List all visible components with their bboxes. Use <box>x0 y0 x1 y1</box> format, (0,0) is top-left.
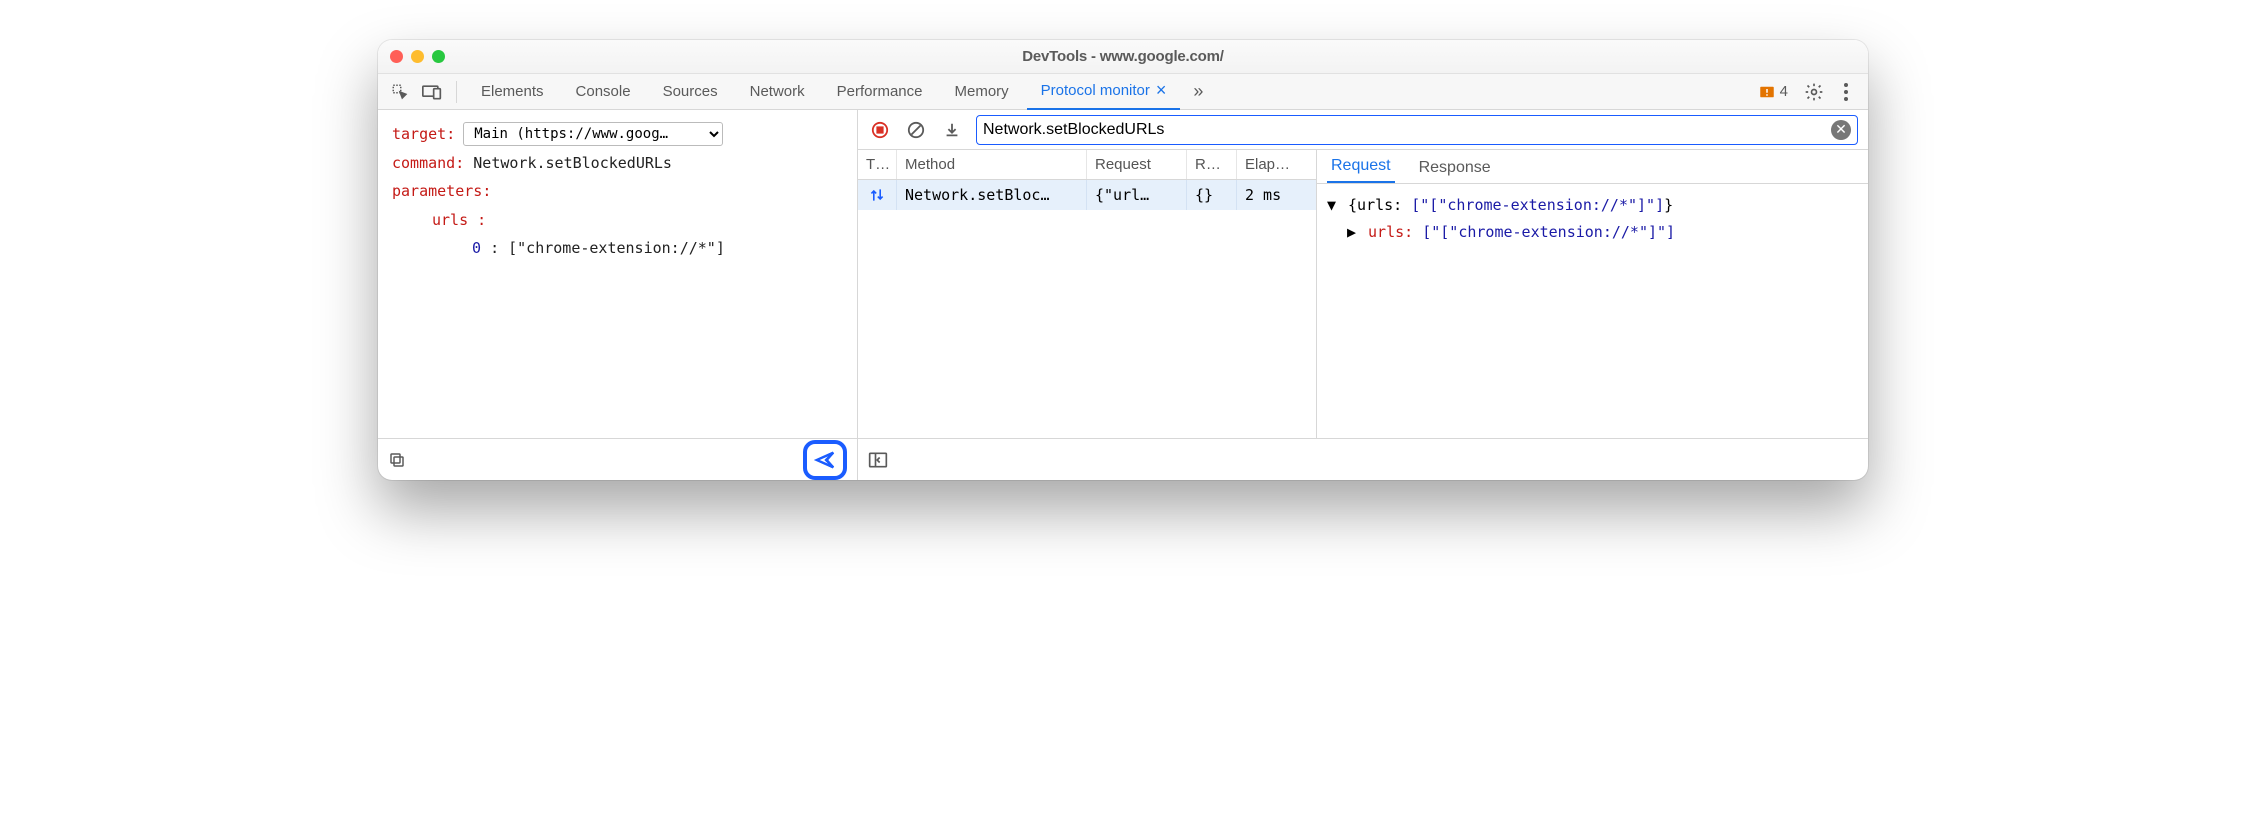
command-editor: target: Main (https://www.goog… command:… <box>378 110 857 438</box>
command-label: command: <box>392 154 464 172</box>
kebab-menu-icon[interactable] <box>1832 78 1860 106</box>
param-index: 0 <box>472 239 481 257</box>
protocol-footer <box>858 438 1868 480</box>
cell-elapsed: 2 ms <box>1236 180 1316 210</box>
tab-network[interactable]: Network <box>736 74 819 110</box>
command-editor-footer <box>378 438 857 480</box>
filter-input[interactable] <box>983 121 1825 139</box>
detail-tab-request[interactable]: Request <box>1327 151 1395 183</box>
filter-field[interactable]: ✕ <box>976 115 1858 145</box>
copy-icon[interactable] <box>388 451 406 469</box>
expand-icon[interactable]: ▼ <box>1327 192 1339 219</box>
divider <box>456 81 457 103</box>
messages-table: T… Method Request R… Elap… Network.setBl… <box>858 150 1317 438</box>
inspect-icon[interactable] <box>386 78 414 106</box>
clear-icon[interactable] <box>904 118 928 142</box>
more-tabs-icon[interactable]: » <box>1184 78 1212 106</box>
cell-response: {} <box>1186 180 1236 210</box>
col-response[interactable]: R… <box>1186 150 1236 179</box>
expand-icon[interactable]: ▶ <box>1347 219 1359 246</box>
direction-icon <box>858 180 896 210</box>
col-type[interactable]: T… <box>858 150 896 179</box>
protocol-log-pane: ✕ T… Method Request R… Elap… <box>858 110 1868 480</box>
param-index-value[interactable]: ["chrome-extension://*"] <box>508 239 725 257</box>
target-label: target: <box>392 120 455 149</box>
command-editor-pane: target: Main (https://www.goog… command:… <box>378 110 858 480</box>
close-tab-icon[interactable]: × <box>1156 80 1167 101</box>
tab-protocol-monitor-label: Protocol monitor <box>1041 82 1150 99</box>
cell-method: Network.setBloc… <box>896 180 1086 210</box>
toggle-sidebar-icon[interactable] <box>868 451 888 469</box>
tab-sources[interactable]: Sources <box>649 74 732 110</box>
command-value[interactable]: Network.setBlockedURLs <box>473 154 672 172</box>
param-urls-key[interactable]: urls : <box>432 211 486 229</box>
clear-filter-icon[interactable]: ✕ <box>1831 120 1851 140</box>
tab-protocol-monitor[interactable]: Protocol monitor × <box>1027 74 1181 110</box>
detail-pane: Request Response ▼ {urls: ["["chrome-ext… <box>1317 150 1868 438</box>
table-row[interactable]: Network.setBloc… {"url… {} 2 ms <box>858 180 1316 210</box>
tab-performance[interactable]: Performance <box>823 74 937 110</box>
detail-tabs: Request Response <box>1317 150 1868 184</box>
parameters-label: parameters: <box>392 182 491 200</box>
tree-key: urls: <box>1368 223 1413 241</box>
target-select[interactable]: Main (https://www.goog… <box>463 122 723 146</box>
tree-val: ["["chrome-extension://*"]"] <box>1422 223 1675 241</box>
colon: : <box>490 239 508 257</box>
titlebar: DevTools - www.google.com/ <box>378 40 1868 74</box>
table-header: T… Method Request R… Elap… <box>858 150 1316 180</box>
warnings-count: 4 <box>1780 83 1788 100</box>
window-title: DevTools - www.google.com/ <box>378 48 1868 65</box>
download-icon[interactable] <box>940 118 964 142</box>
detail-tab-response[interactable]: Response <box>1415 153 1495 183</box>
detail-body: ▼ {urls: ["["chrome-extension://*"]"]} ▶… <box>1317 184 1868 438</box>
panel-body: target: Main (https://www.goog… command:… <box>378 110 1868 480</box>
col-request[interactable]: Request <box>1086 150 1186 179</box>
devtools-tabbar: Elements Console Sources Network Perform… <box>378 74 1868 110</box>
send-command-button[interactable] <box>803 440 847 480</box>
tab-console[interactable]: Console <box>562 74 645 110</box>
devtools-window: DevTools - www.google.com/ Elements Cons… <box>378 40 1868 480</box>
tab-elements[interactable]: Elements <box>467 74 558 110</box>
tree-row-root[interactable]: ▼ {urls: ["["chrome-extension://*"]"]} <box>1327 192 1858 219</box>
tree-text: {urls: ["["chrome-extension://*"]"]} <box>1348 196 1673 214</box>
warnings-badge[interactable]: 4 <box>1758 83 1788 101</box>
settings-icon[interactable] <box>1800 78 1828 106</box>
cell-request: {"url… <box>1086 180 1186 210</box>
device-toolbar-icon[interactable] <box>418 78 446 106</box>
protocol-main: T… Method Request R… Elap… Network.setBl… <box>858 150 1868 438</box>
tab-memory[interactable]: Memory <box>941 74 1023 110</box>
protocol-toolbar: ✕ <box>858 110 1868 150</box>
col-method[interactable]: Method <box>896 150 1086 179</box>
tree-row-urls[interactable]: ▶ urls: ["["chrome-extension://*"]"] <box>1327 219 1858 246</box>
col-elapsed[interactable]: Elap… <box>1236 150 1316 179</box>
record-icon[interactable] <box>868 118 892 142</box>
